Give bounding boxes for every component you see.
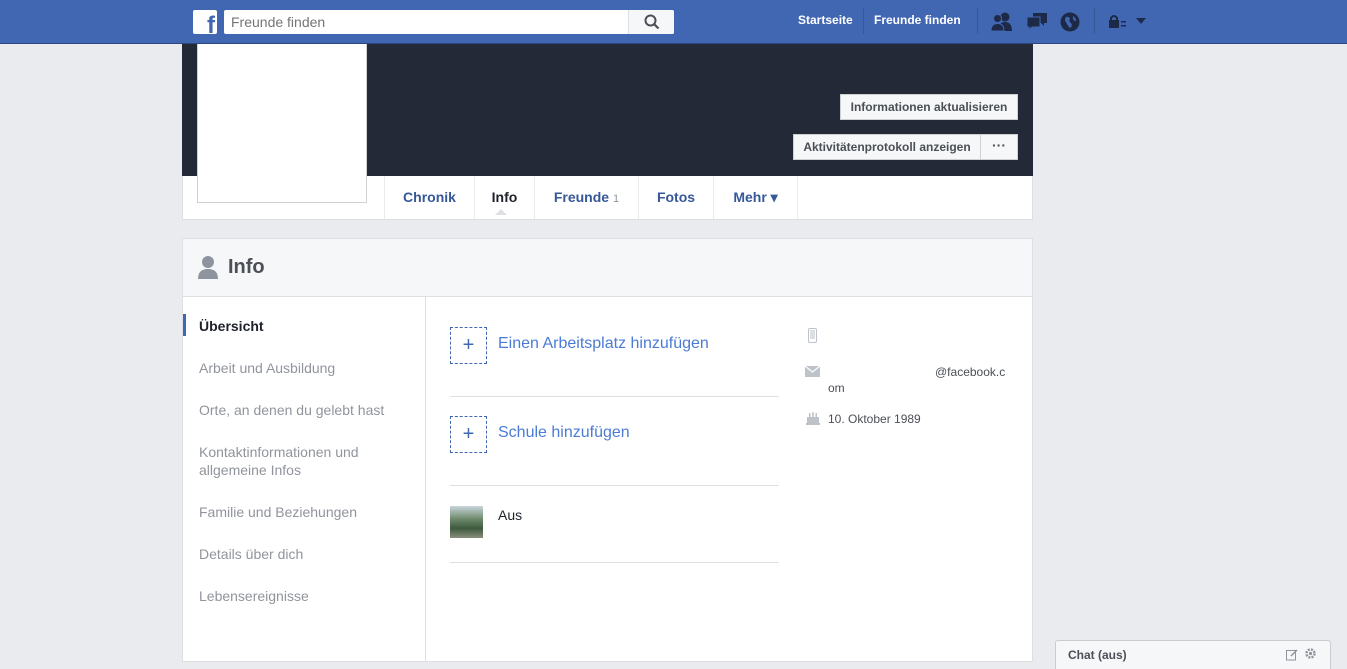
search-input[interactable] [224, 10, 629, 34]
search-button[interactable] [628, 10, 674, 34]
nav-places-lived[interactable]: Orte, an denen du gelebt hast [199, 401, 384, 419]
info-panel: Info Übersicht Arbeit und Ausbildung Ort… [182, 238, 1033, 662]
tab-photos[interactable]: Fotos [639, 176, 714, 219]
search-icon [644, 14, 660, 30]
nav-home-link[interactable]: Startseite [798, 13, 853, 27]
add-workplace-link[interactable]: Einen Arbeitsplatz hinzufügen [498, 335, 709, 353]
info-panel-header: Info [183, 239, 1032, 297]
email-icon [805, 366, 820, 377]
tab-timeline[interactable]: Chronik [384, 176, 475, 219]
person-icon [198, 256, 218, 279]
facebook-logo-icon[interactable]: f [193, 10, 217, 34]
top-navigation-bar: f Startseite Freunde finden [0, 0, 1347, 44]
mobile-phone-icon [808, 328, 817, 343]
section-divider [450, 396, 779, 397]
settings-gear-icon[interactable] [1304, 647, 1317, 660]
notifications-globe-icon[interactable] [1059, 11, 1081, 33]
email-domain-wrap: om [828, 381, 845, 395]
more-options-button[interactable]: ··· [980, 134, 1018, 160]
section-divider [450, 485, 779, 486]
update-info-button[interactable]: Informationen aktualisieren [840, 94, 1018, 120]
add-school-link[interactable]: Schule hinzufügen [498, 424, 630, 442]
plus-icon: + [450, 327, 487, 364]
info-sidebar-nav: Übersicht Arbeit und Ausbildung Orte, an… [183, 297, 426, 662]
profile-picture[interactable] [197, 44, 367, 203]
email-domain: @facebook.c [935, 365, 1006, 379]
plus-icon: + [450, 416, 487, 453]
nav-contact-basic-info[interactable]: Kontaktinformationen und allgemeine Info… [199, 443, 399, 479]
birthday-cake-icon [806, 412, 820, 425]
tab-more[interactable]: Mehr ▾ [714, 176, 798, 219]
nav-divider [1094, 8, 1095, 34]
nav-family-relationships[interactable]: Familie und Beziehungen [199, 503, 357, 521]
info-panel-title: Info [228, 256, 265, 278]
nav-overview[interactable]: Übersicht [199, 317, 264, 335]
tab-friends[interactable]: Freunde 1 [535, 176, 639, 219]
nav-work-education[interactable]: Arbeit und Ausbildung [199, 359, 335, 377]
nav-divider [977, 8, 978, 34]
nav-find-friends-link[interactable]: Freunde finden [874, 13, 961, 27]
active-tab-indicator [495, 209, 507, 215]
messages-icon[interactable] [1025, 11, 1049, 33]
chat-bar[interactable]: Chat (aus) [1055, 640, 1331, 669]
friends-count: 1 [613, 193, 620, 205]
birthday-text: 10. Oktober 1989 [828, 412, 921, 426]
hometown-thumbnail[interactable] [450, 506, 483, 538]
nav-details-about-you[interactable]: Details über dich [199, 545, 303, 563]
search-box [224, 10, 674, 34]
activity-log-button[interactable]: Aktivitätenprotokoll anzeigen [793, 134, 981, 160]
chat-status-label: Chat (aus) [1068, 648, 1127, 662]
active-nav-indicator [183, 314, 186, 336]
account-caret-icon[interactable] [1135, 17, 1147, 25]
hometown-label: Aus [498, 507, 523, 523]
compose-icon[interactable] [1286, 649, 1298, 661]
nav-life-events[interactable]: Lebensereignisse [199, 587, 309, 605]
nav-divider [863, 8, 864, 34]
section-divider [450, 562, 779, 563]
privacy-lock-icon[interactable] [1108, 14, 1128, 30]
friend-requests-icon[interactable] [990, 11, 1014, 33]
